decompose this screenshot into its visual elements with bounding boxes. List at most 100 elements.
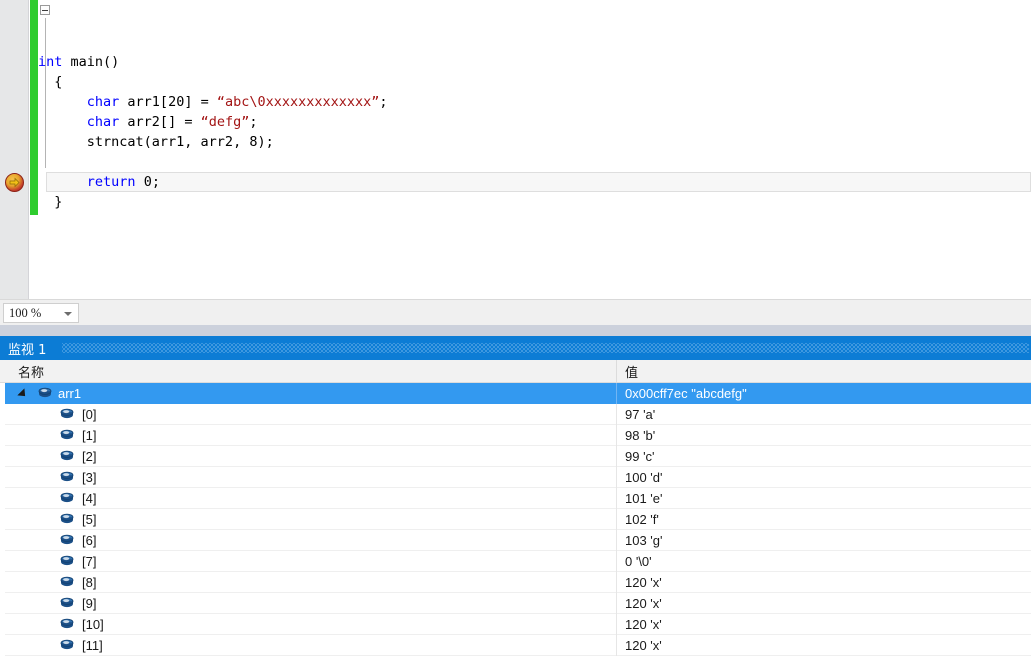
row-name-label: arr1 (58, 386, 82, 401)
table-row[interactable]: [5] 102 'f' (0, 509, 1031, 530)
variable-icon (38, 387, 52, 400)
table-row[interactable]: arr1 0x00cff7ec "abcdefg" (0, 383, 1031, 404)
code-line: char arr2[] = “defg”; (38, 112, 258, 132)
code-token: “defg” (200, 114, 250, 130)
row-name-label: [4] (82, 491, 97, 506)
row-value-cell[interactable]: 0 '\0' (616, 551, 1031, 572)
watch-panel: 监视 1 名称 值 arr1 0x00cff7ec "abcdefg" [0] 97 … (0, 336, 1031, 656)
code-token: int (38, 54, 63, 70)
row-name-label: [0] (82, 407, 97, 422)
variable-icon (60, 513, 74, 526)
chevron-down-icon[interactable] (64, 312, 72, 316)
code-token: } (38, 194, 63, 210)
expand-collapse-triangle-icon[interactable] (17, 388, 29, 400)
variable-icon (60, 555, 74, 568)
row-value-cell[interactable]: 100 'd' (616, 467, 1031, 488)
row-name-cell[interactable]: [11] (0, 635, 616, 656)
row-value-cell[interactable]: 97 'a' (616, 404, 1031, 425)
row-name-cell[interactable]: [5] (0, 509, 616, 530)
code-token: “abc\0xxxxxxxxxxxxx” (216, 94, 380, 110)
table-row[interactable]: [2] 99 'c' (0, 446, 1031, 467)
table-row[interactable]: [6] 103 'g' (0, 530, 1031, 551)
zoom-level-dropdown[interactable]: 100 % (3, 303, 79, 323)
row-name-cell[interactable]: arr1 (0, 383, 616, 404)
change-bar-indicator (30, 0, 38, 215)
table-row[interactable]: [4] 101 'e' (0, 488, 1031, 509)
row-name-cell[interactable]: [7] (0, 551, 616, 572)
row-value-cell[interactable]: 98 'b' (616, 425, 1031, 446)
code-line: } (38, 192, 62, 212)
code-line: { (38, 72, 62, 92)
code-token: ; (249, 114, 258, 130)
code-token: char (86, 114, 120, 130)
row-name-label: [5] (82, 512, 97, 527)
variable-icon (60, 639, 74, 652)
row-value-cell[interactable]: 0x00cff7ec "abcdefg" (616, 383, 1031, 404)
row-name-cell[interactable]: [3] (0, 467, 616, 488)
row-value-cell[interactable]: 102 'f' (616, 509, 1031, 530)
code-token: return (86, 174, 136, 190)
row-value-cell[interactable]: 99 'c' (616, 446, 1031, 467)
variable-icon (60, 492, 74, 505)
editor-status-bar: 100 % (0, 299, 1031, 325)
row-name-cell[interactable]: [6] (0, 530, 616, 551)
code-token: arr2[] = (119, 114, 201, 130)
current-statement-highlight (46, 172, 1031, 192)
row-name-cell[interactable]: [8] (0, 572, 616, 593)
watch-tab-strip[interactable]: 监视 1 (0, 336, 1031, 360)
code-line: strncat(arr1, arr2, 8); (38, 132, 274, 152)
zoom-level-value: 100 % (9, 305, 42, 320)
table-row[interactable]: [0] 97 'a' (0, 404, 1031, 425)
row-name-cell[interactable]: [0] (0, 404, 616, 425)
watch-column-header: 名称 值 (0, 360, 1031, 383)
variable-icon (60, 618, 74, 631)
variable-icon (60, 408, 74, 421)
table-row[interactable]: [7] 0 '\0' (0, 551, 1031, 572)
row-name-cell[interactable]: [9] (0, 593, 616, 614)
change-bar-gap (30, 215, 38, 299)
row-name-label: [10] (82, 617, 104, 632)
table-row[interactable]: [3] 100 'd' (0, 467, 1031, 488)
row-name-label: [7] (82, 554, 97, 569)
row-name-label: [1] (82, 428, 97, 443)
code-token: main() (62, 54, 120, 70)
row-value-cell[interactable]: 120 'x' (616, 635, 1031, 656)
collapse-outline-icon[interactable] (40, 5, 50, 15)
code-surface[interactable]: int main() { char arr1[20] = “abc\0xxxxx… (38, 0, 1031, 299)
current-statement-arrow-icon[interactable] (5, 173, 24, 192)
table-row[interactable]: [11] 120 'x' (0, 635, 1031, 656)
table-row[interactable]: [9] 120 'x' (0, 593, 1031, 614)
row-value-cell[interactable]: 101 'e' (616, 488, 1031, 509)
variable-icon (60, 450, 74, 463)
row-value-cell[interactable]: 120 'x' (616, 593, 1031, 614)
table-row[interactable]: [1] 98 'b' (0, 425, 1031, 446)
row-value-cell[interactable]: 120 'x' (616, 614, 1031, 635)
row-name-cell[interactable]: [2] (0, 446, 616, 467)
row-value-cell[interactable]: 103 'g' (616, 530, 1031, 551)
code-line: int main() (38, 52, 119, 72)
row-name-cell[interactable]: [1] (0, 425, 616, 446)
tab-watch-1[interactable]: 监视 1 (8, 339, 46, 358)
code-editor[interactable]: int main() { char arr1[20] = “abc\0xxxxx… (0, 0, 1031, 299)
variable-icon (60, 534, 74, 547)
watch-rows[interactable]: arr1 0x00cff7ec "abcdefg" [0] 97 'a' [1] 98 '… (0, 383, 1031, 656)
variable-icon (60, 471, 74, 484)
breakpoint-margin[interactable] (0, 0, 29, 299)
row-value-cell[interactable]: 120 'x' (616, 572, 1031, 593)
table-row[interactable]: [8] 120 'x' (0, 572, 1031, 593)
variable-icon (60, 576, 74, 589)
row-name-label: [2] (82, 449, 97, 464)
panel-divider (0, 325, 1031, 336)
row-name-cell[interactable]: [10] (0, 614, 616, 635)
code-token: ; (379, 94, 388, 110)
column-header-name[interactable]: 名称 (0, 360, 616, 383)
table-row[interactable]: [10] 120 'x' (0, 614, 1031, 635)
row-name-label: [3] (82, 470, 97, 485)
code-token: char (86, 94, 120, 110)
code-token: 0; (135, 174, 160, 190)
row-name-cell[interactable]: [4] (0, 488, 616, 509)
row-name-label: [6] (82, 533, 97, 548)
column-header-value[interactable]: 值 (616, 360, 1031, 383)
